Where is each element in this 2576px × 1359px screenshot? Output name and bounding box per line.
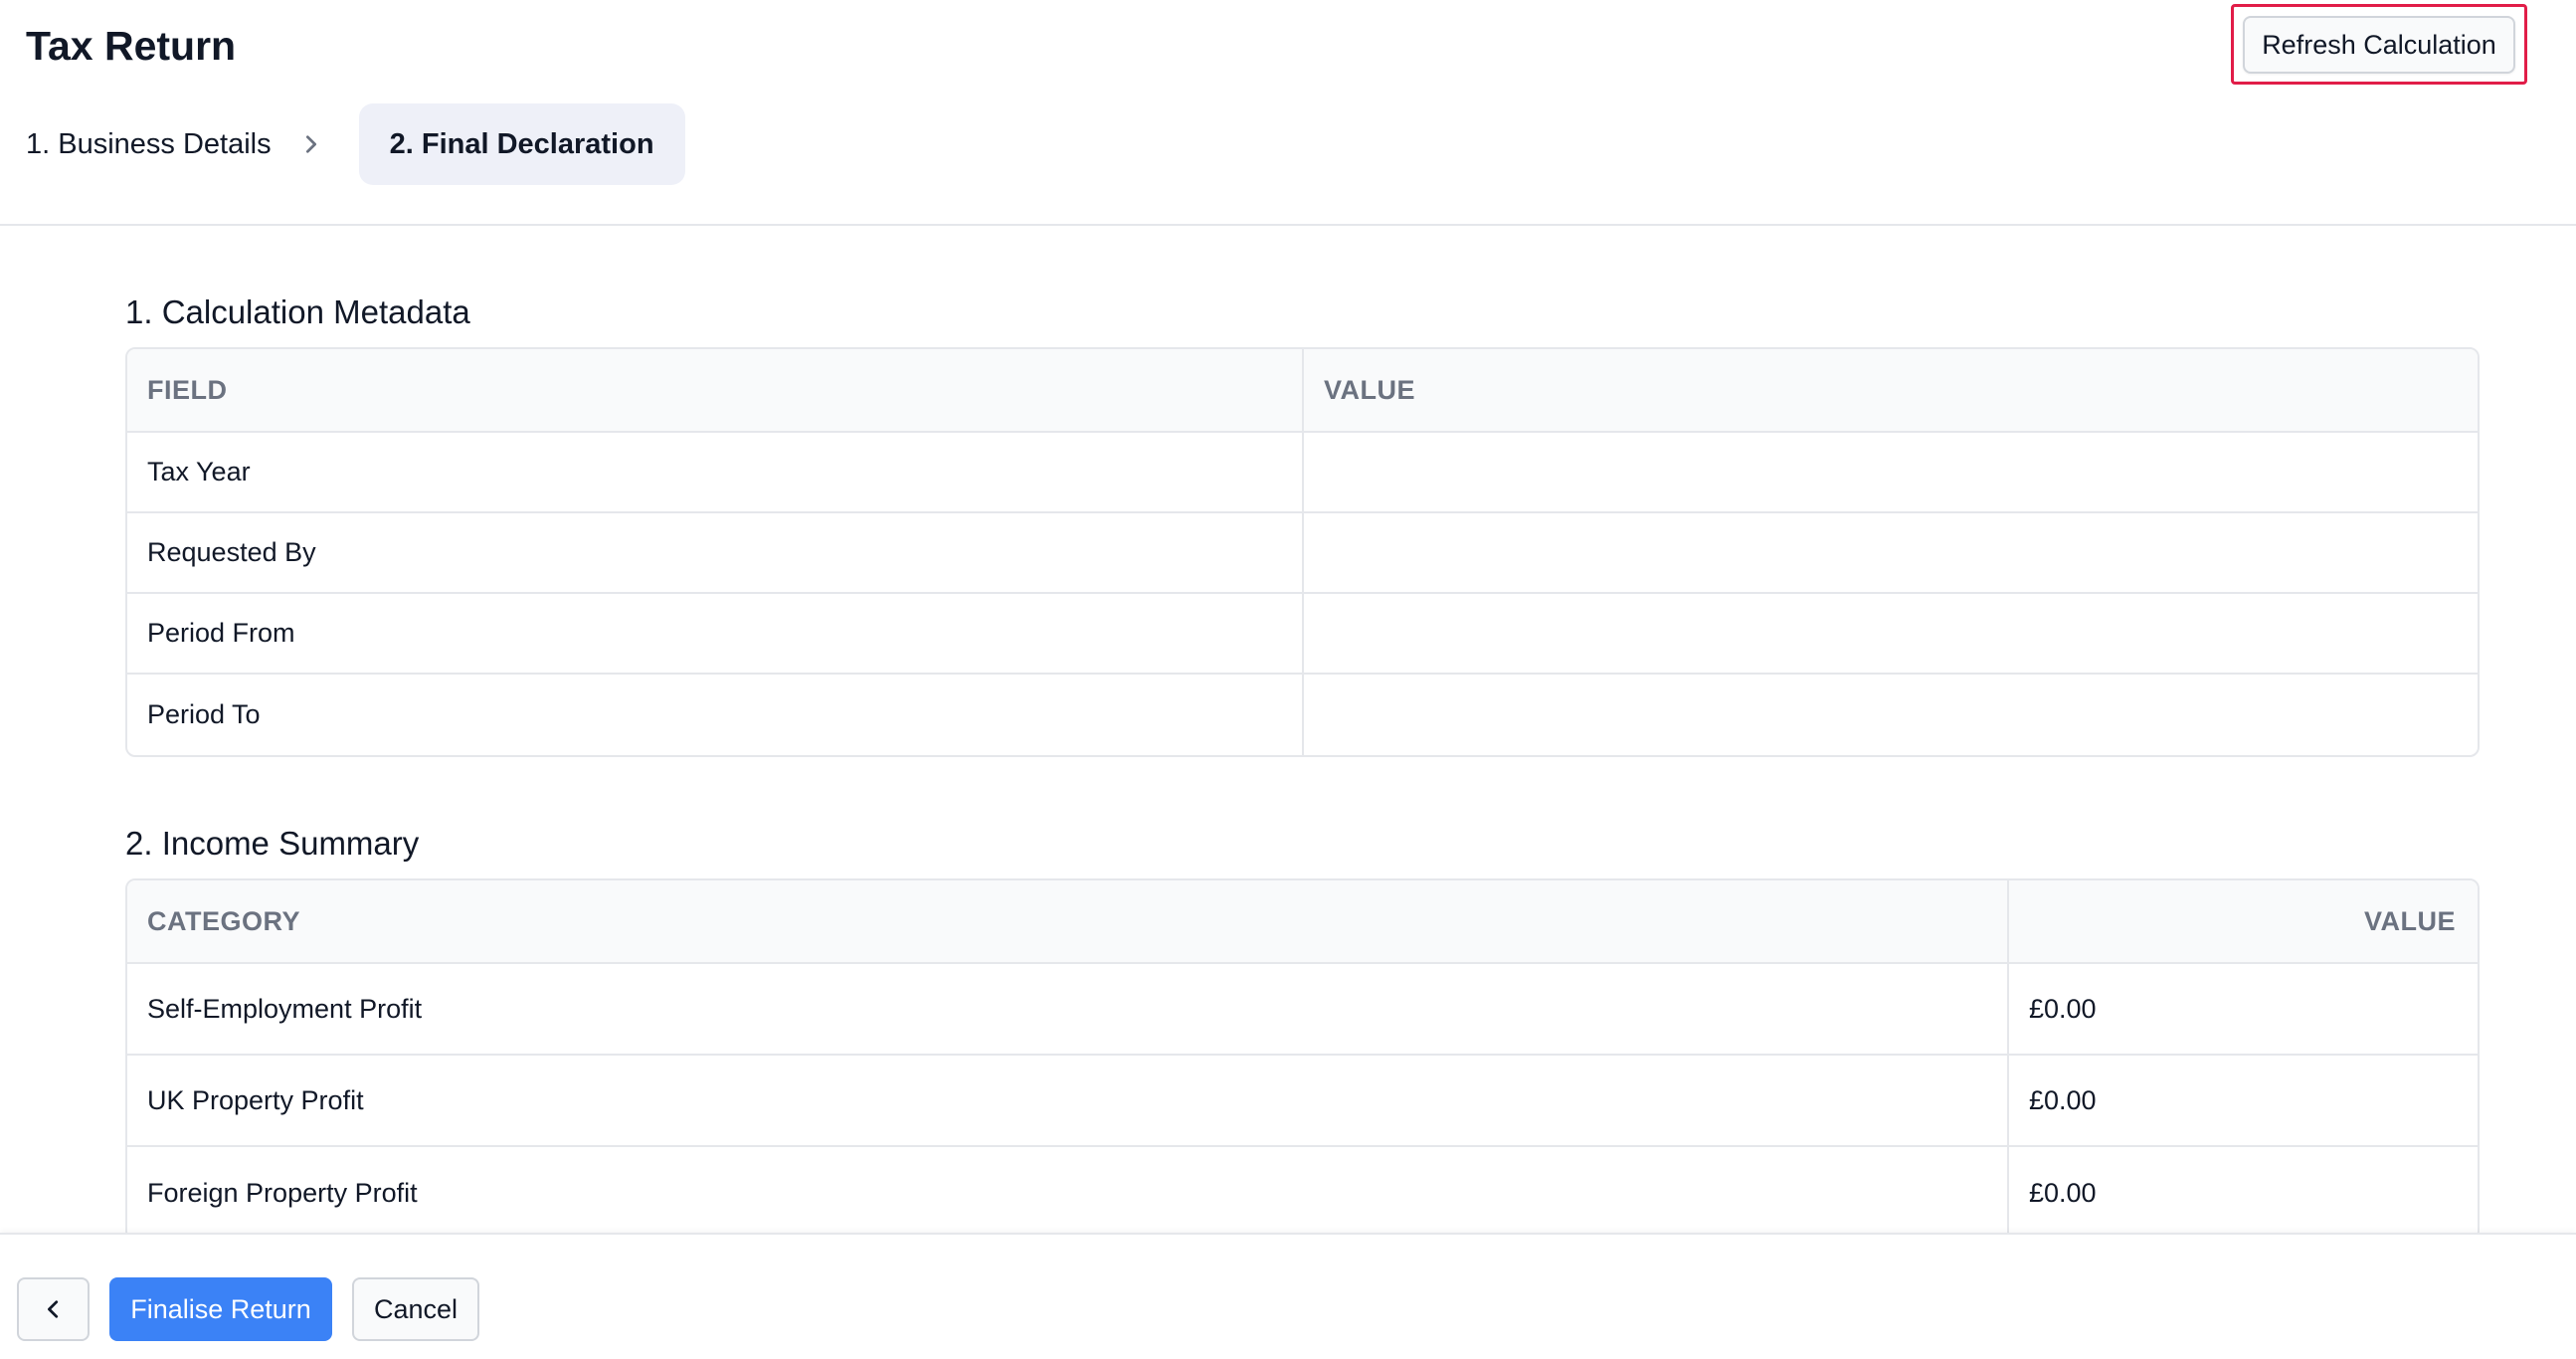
finalise-return-button[interactable]: Finalise Return [109,1277,332,1341]
step-breadcrumb: 1. Business Details 2. Final Declaration [26,103,685,185]
value-cell: £0.00 [2029,993,2097,1024]
main-content: 1. Calculation Metadata FIELD VALUE Tax … [0,228,2576,1233]
back-button[interactable] [17,1277,90,1341]
cancel-button[interactable]: Cancel [352,1277,479,1341]
field-cell: Period To [127,675,1304,755]
table-row: Tax Year [127,433,2478,513]
field-cell: Tax Year [127,433,1304,511]
table-row: Foreign Property Profit £0.00 [127,1147,2478,1233]
value-cell [1304,594,2478,673]
step-business-details[interactable]: 1. Business Details [26,103,272,185]
table-header-row: CATEGORY VALUE [127,880,2478,964]
income-summary-table: CATEGORY VALUE Self-Employment Profit £0… [125,878,2480,1233]
value-cell [1304,433,2478,511]
page-header: Tax Return Refresh Calculation 1. Busine… [0,0,2576,226]
column-header-category: CATEGORY [127,880,2009,962]
table-row: Self-Employment Profit £0.00 [127,964,2478,1056]
field-cell: Period From [127,594,1304,673]
page-title: Tax Return [26,23,237,69]
table-row: UK Property Profit £0.00 [127,1056,2478,1147]
refresh-highlight: Refresh Calculation [2231,4,2527,85]
calculation-metadata-table: FIELD VALUE Tax Year Requested By Period… [125,347,2480,757]
table-header-row: FIELD VALUE [127,349,2478,433]
category-cell: Self-Employment Profit [127,964,2009,1054]
value-cell: £0.00 [2029,1084,2097,1115]
tax-return-page: Tax Return Refresh Calculation 1. Busine… [0,0,2576,1359]
value-cell [1304,513,2478,592]
field-cell: Requested By [127,513,1304,592]
refresh-calculation-button[interactable]: Refresh Calculation [2243,16,2515,74]
table-row: Requested By [127,513,2478,594]
column-header-value: VALUE [2363,905,2456,936]
value-cell [1304,675,2478,755]
step-final-declaration[interactable]: 2. Final Declaration [358,103,685,185]
column-header-value: VALUE [1324,374,1416,405]
chevron-right-icon [272,103,351,185]
table-row: Period To [127,675,2478,755]
chevron-left-icon [47,1300,58,1318]
category-cell: Foreign Property Profit [127,1147,2009,1233]
income-summary-title: 2. Income Summary [125,825,420,862]
category-cell: UK Property Profit [127,1056,2009,1145]
footer-action-bar: Finalise Return Cancel [0,1233,2576,1359]
table-row: Period From [127,594,2478,675]
column-header-field: FIELD [127,349,1304,431]
value-cell: £0.00 [2029,1177,2097,1208]
calculation-metadata-title: 1. Calculation Metadata [125,293,470,330]
